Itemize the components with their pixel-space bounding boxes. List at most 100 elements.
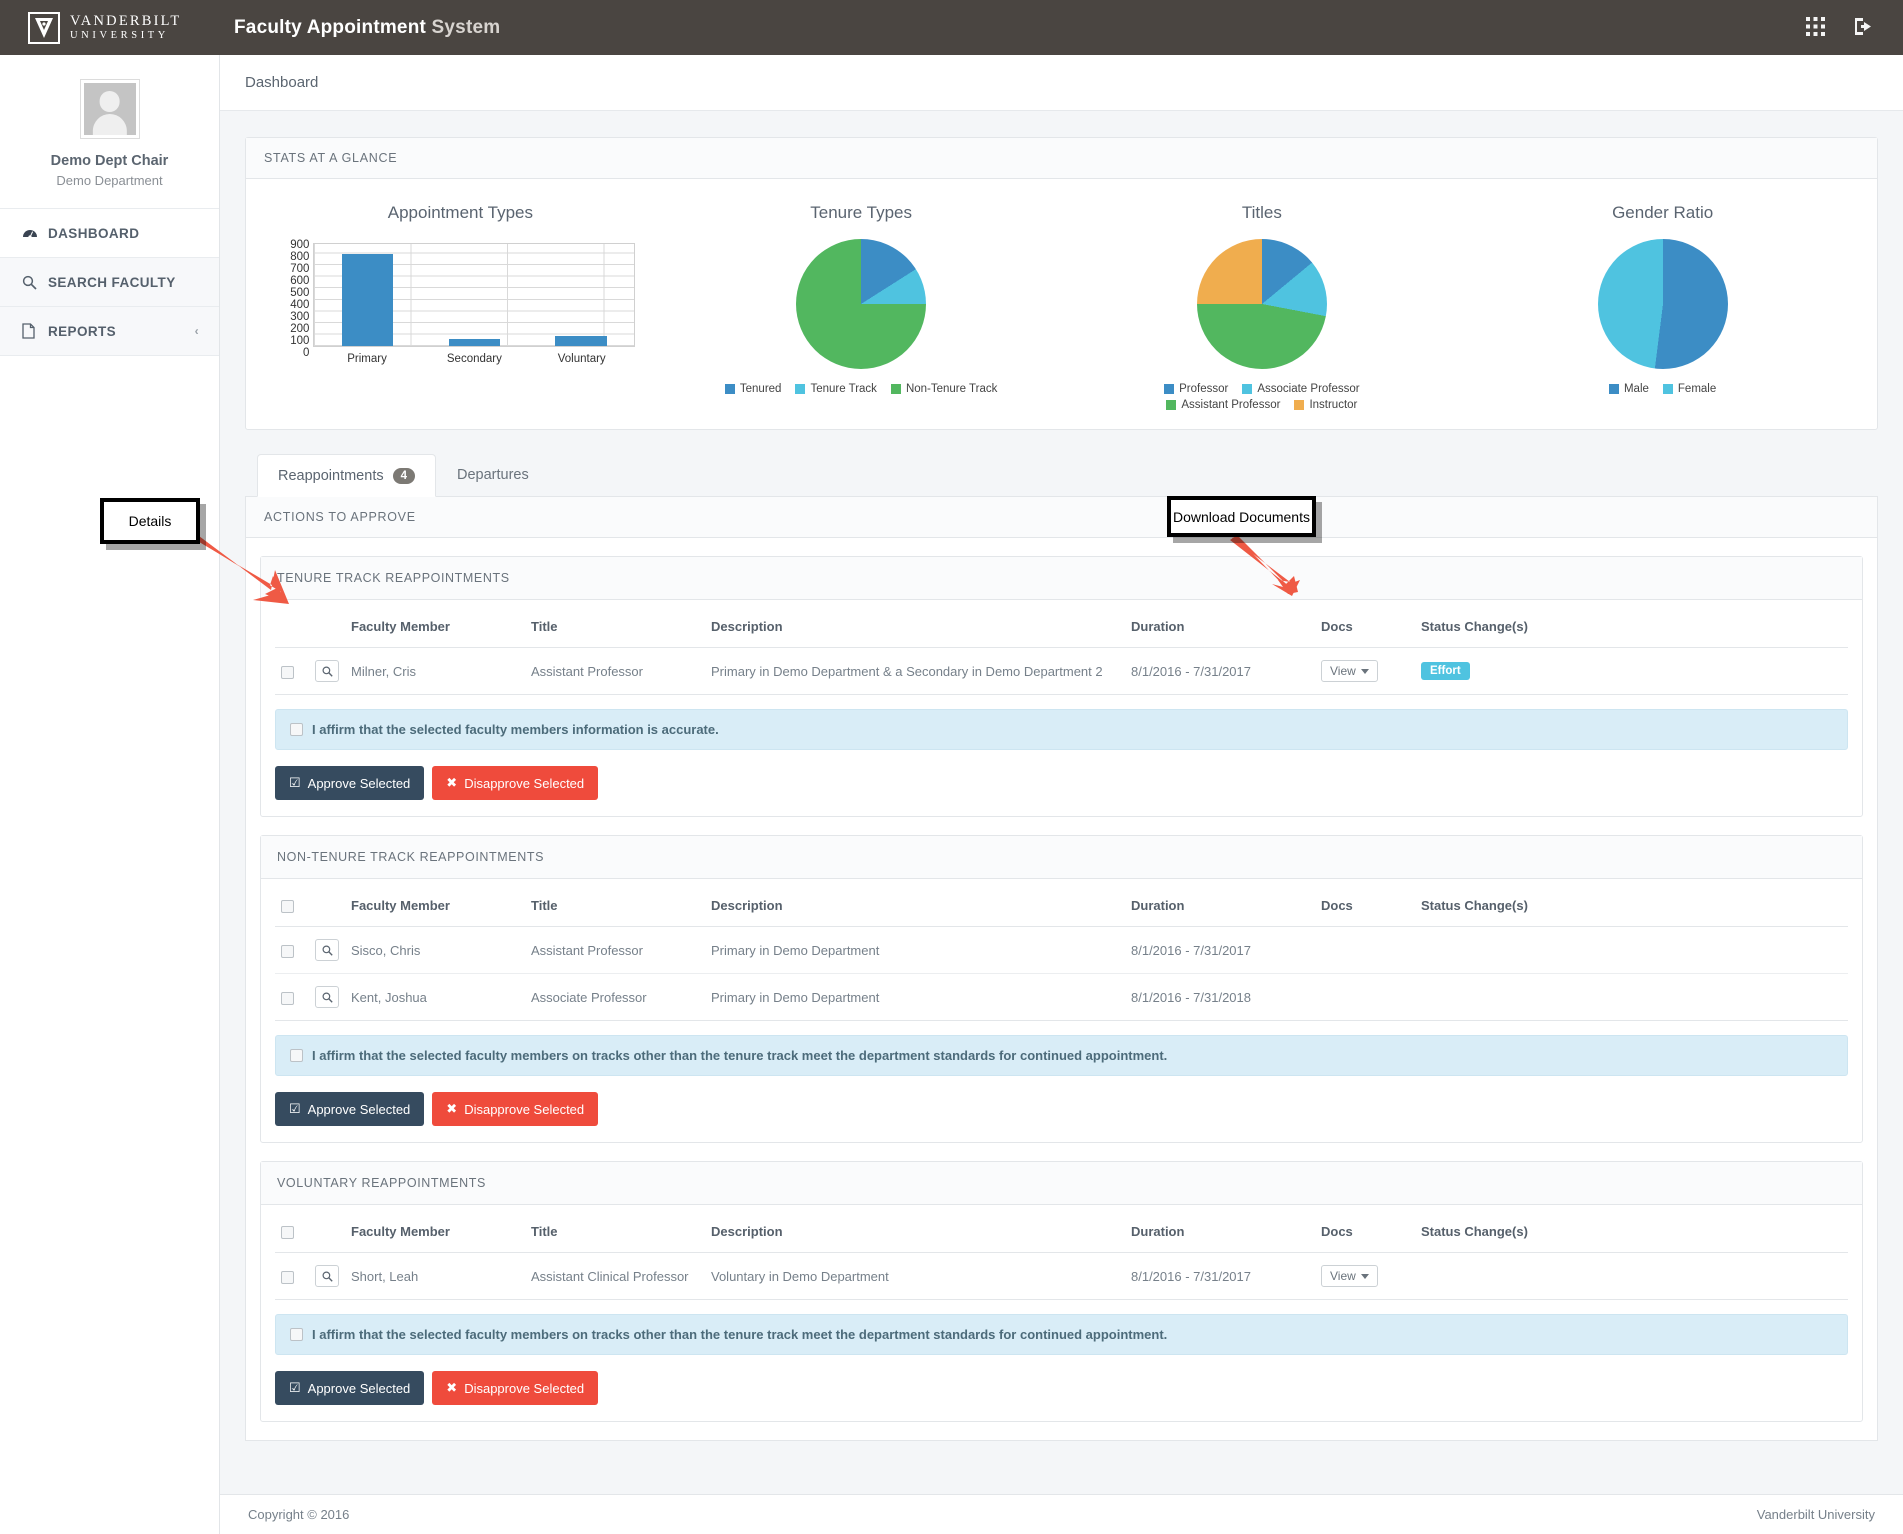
affirmation-box: I affirm that the selected faculty membe…: [275, 709, 1848, 750]
close-x-icon: ✖: [446, 775, 457, 791]
x-tick-label: Secondary: [421, 353, 528, 365]
legend-swatch: [1294, 400, 1304, 410]
sidebar-nav: DASHBOARD SEARCH FACULTY REPORTS ‹: [0, 208, 219, 356]
section-action-buttons: ☑Approve Selected ✖ Disapprove Selected: [275, 766, 1848, 800]
tab-reappointments[interactable]: Reappointments 4: [257, 454, 436, 497]
reappointment-section: TENURE TRACK REAPPOINTMENTSFaculty Membe…: [260, 556, 1863, 817]
brand-logo[interactable]: VANDERBILT UNIVERSITY: [0, 0, 220, 55]
cell-status-change: Effort: [1415, 648, 1848, 695]
affirmation-checkbox[interactable]: [290, 1049, 303, 1062]
column-header: Docs: [1315, 606, 1415, 648]
cell-status-change: [1415, 974, 1848, 1021]
cell-title: Assistant Professor: [525, 927, 705, 974]
reappointment-section: NON-TENURE TRACK REAPPOINTMENTSFaculty M…: [260, 835, 1863, 1143]
logout-icon[interactable]: [1853, 17, 1873, 39]
tab-label: Reappointments: [278, 468, 384, 484]
sidebar-item-reports[interactable]: REPORTS ‹: [0, 307, 219, 356]
reappointments-table: Faculty MemberTitleDescriptionDurationDo…: [275, 1211, 1848, 1300]
view-button-label: View: [1330, 1269, 1356, 1283]
affirmation-label: I affirm that the selected faculty membe…: [312, 1327, 1167, 1342]
approve-selected-button[interactable]: ☑Approve Selected: [275, 766, 424, 800]
cell-duration: 8/1/2016 - 7/31/2018: [1125, 974, 1315, 1021]
column-header: Title: [525, 606, 705, 648]
disapprove-button-label: Disapprove Selected: [464, 1381, 584, 1396]
chart-legend: ProfessorAssociate ProfessorAssistant Pr…: [1112, 383, 1412, 411]
y-tick-label: 500: [275, 287, 309, 299]
table-row: Short, LeahAssistant Clinical ProfessorV…: [275, 1253, 1848, 1300]
tab-departures[interactable]: Departures: [436, 454, 550, 496]
cell-docs: View: [1315, 648, 1415, 695]
logo-line-2: UNIVERSITY: [70, 30, 181, 41]
approve-button-label: Approve Selected: [308, 1381, 411, 1396]
chart-legend: MaleFemale: [1513, 383, 1813, 395]
column-header: Faculty Member: [345, 885, 525, 927]
file-icon: [22, 323, 48, 339]
select-all-header: [275, 606, 309, 648]
legend-swatch: [1609, 384, 1619, 394]
grid-apps-icon[interactable]: [1806, 17, 1825, 39]
details-magnifier-icon[interactable]: [315, 986, 339, 1008]
details-magnifier-icon[interactable]: [315, 1265, 339, 1287]
chart-title: Appointment Types: [260, 203, 661, 223]
chevron-down-icon: [1361, 669, 1369, 674]
chart-tenure-types: Tenure Types TenuredTenure TrackNon-Tenu…: [661, 189, 1062, 411]
row-select-cell: [275, 927, 309, 974]
row-checkbox[interactable]: [281, 992, 294, 1005]
select-all-checkbox[interactable]: [281, 900, 294, 913]
footer: Copyright © 2016 Vanderbilt University: [220, 1494, 1903, 1534]
column-header: Faculty Member: [345, 606, 525, 648]
approve-selected-button[interactable]: ☑Approve Selected: [275, 1092, 424, 1126]
sidebar-item-label: SEARCH FACULTY: [48, 275, 176, 290]
disapprove-button-label: Disapprove Selected: [464, 776, 584, 791]
stats-panel-title: STATS AT A GLANCE: [246, 138, 1877, 179]
cell-description: Primary in Demo Department: [705, 927, 1125, 974]
cell-status-change: [1415, 1253, 1848, 1300]
main-content: Dashboard STATS AT A GLANCE Appointment …: [220, 55, 1903, 1534]
view-documents-button[interactable]: View: [1321, 1265, 1378, 1287]
sidebar-item-search-faculty[interactable]: SEARCH FACULTY: [0, 258, 219, 307]
table-row: Sisco, ChrisAssistant ProfessorPrimary i…: [275, 927, 1848, 974]
bar-column: [314, 244, 421, 346]
chart-titles: Titles ProfessorAssociate ProfessorAssis…: [1062, 189, 1463, 411]
page-title: Faculty Appointment System: [234, 17, 500, 39]
disapprove-selected-button[interactable]: ✖Disapprove Selected: [432, 1092, 598, 1126]
bar-chart-x-axis: PrimarySecondaryVoluntary: [313, 353, 635, 365]
affirmation-label: I affirm that the selected faculty membe…: [312, 722, 719, 737]
y-tick-label: 200: [275, 323, 309, 335]
legend-label: Tenure Track: [810, 383, 876, 395]
footer-university: Vanderbilt University: [1757, 1507, 1875, 1522]
disapprove-selected-button[interactable]: ✖ Disapprove Selected: [432, 766, 598, 800]
column-header: Status Change(s): [1415, 606, 1848, 648]
bar-column: [421, 244, 528, 346]
disapprove-selected-button[interactable]: ✖Disapprove Selected: [432, 1371, 598, 1405]
row-checkbox[interactable]: [281, 1271, 294, 1284]
y-tick-label: 300: [275, 311, 309, 323]
row-select-cell: [275, 974, 309, 1021]
view-button-label: View: [1330, 664, 1356, 678]
details-magnifier-icon[interactable]: [315, 660, 339, 682]
sidebar: Demo Dept Chair Demo Department DASHBOAR…: [0, 55, 220, 1534]
legend-label: Male: [1624, 383, 1649, 395]
avatar: [80, 79, 140, 139]
legend-label: Assistant Professor: [1181, 399, 1280, 411]
y-tick-label: 700: [275, 263, 309, 275]
tab-label: Departures: [457, 467, 529, 483]
sidebar-item-dashboard[interactable]: DASHBOARD: [0, 209, 219, 258]
y-tick-label: 400: [275, 299, 309, 311]
select-all-checkbox[interactable]: [281, 1226, 294, 1239]
actions-panel: ACTIONS TO APPROVE TENURE TRACK REAPPOIN…: [245, 496, 1878, 1441]
row-checkbox[interactable]: [281, 666, 294, 679]
legend-label: Non-Tenure Track: [906, 383, 997, 395]
affirmation-checkbox[interactable]: [290, 723, 303, 736]
view-documents-button[interactable]: View: [1321, 660, 1378, 682]
column-header: Description: [705, 885, 1125, 927]
legend-item: Instructor: [1294, 399, 1357, 411]
annotation-label: Details: [129, 513, 172, 529]
user-profile: Demo Dept Chair Demo Department: [0, 55, 219, 208]
details-magnifier-icon[interactable]: [315, 939, 339, 961]
reappointments-table: Faculty MemberTitleDescriptionDurationDo…: [275, 885, 1848, 1021]
approve-selected-button[interactable]: ☑Approve Selected: [275, 1371, 424, 1405]
cell-docs: [1315, 927, 1415, 974]
row-checkbox[interactable]: [281, 945, 294, 958]
affirmation-checkbox[interactable]: [290, 1328, 303, 1341]
